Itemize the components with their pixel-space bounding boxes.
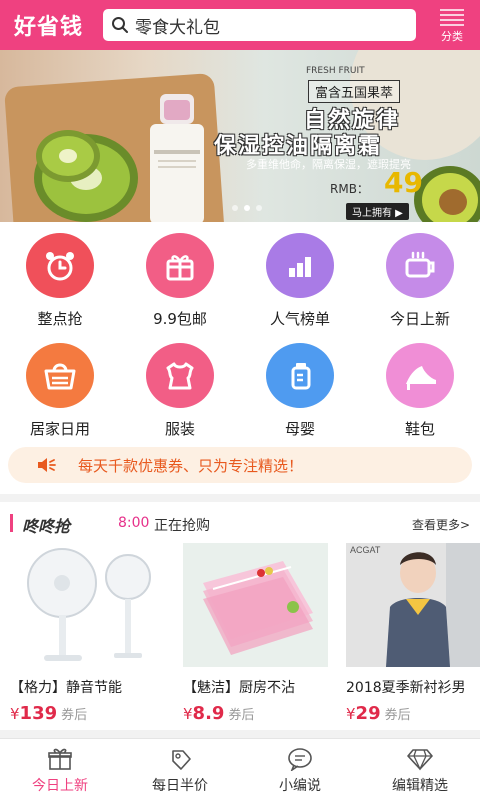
product-price: ¥139 券后: [10, 703, 168, 724]
category-button[interactable]: 分类: [434, 6, 470, 46]
tab-new-today[interactable]: 今日上新: [0, 739, 120, 800]
menu-icon: [440, 9, 464, 26]
banner-fresh-label: FRESH FRUIT: [306, 66, 365, 76]
pagination-dot-active[interactable]: [244, 205, 250, 211]
banner-copy: FRESH FRUIT 富含五国果萃 自然旋律 保湿控油隔离霜 多重维他命，隔离…: [214, 60, 434, 220]
tab-editor-picks[interactable]: 编辑精选: [360, 739, 480, 800]
view-more-link[interactable]: 查看更多>: [412, 516, 470, 533]
banner-price: 49: [384, 166, 423, 199]
top-bar: 好省钱 零食大礼包 分类: [0, 0, 480, 50]
grid-label: 母婴: [284, 420, 315, 438]
product-price: ¥8.9 券后: [183, 703, 341, 724]
kiwi-image: [34, 130, 138, 222]
price-value: 139: [19, 703, 58, 724]
price-after-coupon: 券后: [228, 708, 255, 723]
product-card[interactable]: 【魅洁】厨房不沾 ¥8.9 券后: [183, 543, 341, 724]
fan-product-image: [10, 543, 155, 667]
basket-icon: [26, 343, 94, 408]
banner-tag: 富含五国果萃: [308, 80, 401, 103]
grid-item-clothing[interactable]: 服装: [120, 343, 240, 439]
price-currency: ¥: [183, 705, 193, 723]
baby-bottle-icon: [266, 343, 334, 408]
grid-label: 服装: [164, 420, 195, 438]
grid-label: 人气榜单: [269, 310, 330, 328]
price-value: 8.9: [192, 703, 225, 724]
product-name: 2018夏季新衬衫男: [346, 680, 466, 696]
grid-label: 今日上新: [389, 310, 450, 328]
search-input[interactable]: 零食大礼包: [103, 9, 416, 41]
section-divider: [0, 494, 480, 502]
product-price: ¥29 券后: [346, 703, 480, 724]
product-card[interactable]: 【格力】静音节能 ¥139 券后: [10, 543, 168, 724]
grid-label: 9.9包邮: [153, 310, 207, 328]
flash-sale-time: 8:00: [118, 515, 150, 531]
product-card[interactable]: ACGAT 2018夏季新衬衫男 ¥29 券后: [346, 543, 480, 724]
section-divider: [0, 730, 480, 738]
sponge-cloth-product-image: [183, 543, 328, 667]
grid-item-baby[interactable]: 母婴: [240, 343, 360, 439]
grid-item-shoes-bags[interactable]: 鞋包: [360, 343, 480, 439]
tab-half-price[interactable]: 每日半价: [120, 739, 240, 800]
product-name: 【魅洁】厨房不沾: [183, 680, 295, 696]
pagination-dot[interactable]: [232, 205, 238, 211]
pagination-dot[interactable]: [256, 205, 262, 211]
flash-sale-header: 咚咚抢 8:00 正在抢购 查看更多>: [0, 510, 480, 538]
promo-banner[interactable]: FRESH FRUIT 富含五国果萃 自然旋律 保湿控油隔离霜 多重维他命，隔离…: [0, 50, 480, 222]
grid-item-new-today[interactable]: 今日上新: [360, 233, 480, 329]
speaker-icon: [38, 458, 56, 472]
diamond-icon: [407, 749, 433, 771]
grid-item-free-shipping[interactable]: 9.9包邮: [120, 233, 240, 329]
product-row: 【格力】静音节能 ¥139 券后 【魅洁】厨房不沾 ¥8.9 券后 ACGAT …: [0, 543, 480, 724]
price-currency: ¥: [346, 705, 356, 723]
tab-editor-says[interactable]: 小编说: [240, 739, 360, 800]
shirt-model-product-image: ACGAT: [346, 543, 480, 667]
product-name: 【格力】静音节能: [10, 680, 122, 696]
price-value: 29: [355, 703, 381, 724]
gift-icon: [48, 748, 72, 770]
category-grid: 整点抢 9.9包邮 人气榜单 今日上新 居家日用 服装 母婴 鞋包: [0, 233, 480, 439]
clothing-icon: [146, 343, 214, 408]
notice-text: 每天千款优惠券、只为专注精选！: [78, 456, 304, 475]
grid-label: 整点抢: [37, 310, 83, 328]
section-accent-bar: [10, 514, 13, 532]
bar-chart-icon: [266, 233, 334, 298]
flash-sale-status: 正在抢购: [154, 518, 210, 534]
high-heel-icon: [386, 343, 454, 408]
banner-price-prefix: RMB：: [330, 182, 369, 196]
grid-item-hourly-sale[interactable]: 整点抢: [0, 233, 120, 329]
search-query: 零食大礼包: [135, 17, 220, 38]
grid-label: 鞋包: [404, 420, 435, 438]
app: 好省钱 零食大礼包 分类 FRESH FRUIT 富含五国果萃 自然旋律 保湿控…: [0, 0, 480, 800]
banner-pagination: [232, 205, 262, 211]
coffee-cup-icon: [386, 233, 454, 298]
tab-label: 每日半价: [152, 778, 208, 794]
price-after-coupon: 券后: [61, 708, 88, 723]
grid-item-ranking[interactable]: 人气榜单: [240, 233, 360, 329]
gift-box-icon: [146, 233, 214, 298]
alarm-clock-icon: [26, 233, 94, 298]
cream-bottle-image: [150, 94, 204, 222]
banner-buy-button[interactable]: 马上拥有 ▶: [346, 203, 409, 220]
coupon-notice[interactable]: 每天千款优惠券、只为专注精选！: [8, 447, 472, 483]
grid-label: 居家日用: [29, 420, 90, 438]
tab-label: 编辑精选: [392, 778, 448, 794]
category-label: 分类: [441, 30, 463, 43]
app-logo: 好省钱: [14, 15, 84, 40]
bottom-tab-bar: 今日上新 每日半价 小编说 编辑精选: [0, 738, 480, 800]
brand-watermark: ACGAT: [350, 545, 381, 555]
price-currency: ¥: [10, 705, 20, 723]
price-after-coupon: 券后: [384, 708, 411, 723]
chat-bubble-icon: [288, 748, 312, 771]
search-icon: [112, 17, 128, 33]
flash-sale-title: 咚咚抢: [22, 517, 71, 536]
tab-label: 小编说: [279, 778, 321, 794]
tab-label: 今日上新: [32, 778, 88, 794]
grid-item-home[interactable]: 居家日用: [0, 343, 120, 439]
price-tag-icon: [172, 750, 191, 770]
